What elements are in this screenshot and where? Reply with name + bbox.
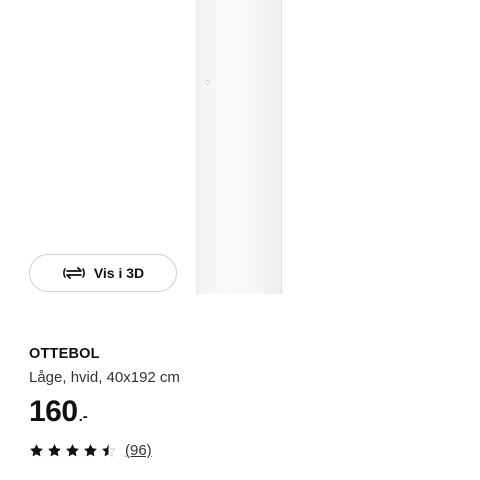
star-full-icon bbox=[29, 443, 44, 458]
door-panel-image bbox=[196, 0, 282, 294]
review-count-link[interactable]: (96) bbox=[125, 442, 152, 459]
product-name[interactable]: OTTEBOL bbox=[29, 346, 100, 362]
product-price: 160 .- bbox=[29, 393, 88, 431]
product-page: Vis i 3D OTTEBOL Låge, hvid, 40x192 cm 1… bbox=[0, 0, 480, 480]
star-full-icon bbox=[83, 443, 98, 458]
price-amount: 160 bbox=[29, 395, 78, 428]
view-in-3d-button[interactable]: Vis i 3D bbox=[29, 254, 177, 292]
product-rating[interactable]: (96) bbox=[29, 442, 152, 459]
product-description: Låge, hvid, 40x192 cm bbox=[29, 369, 180, 386]
star-full-icon bbox=[47, 443, 62, 458]
star-half-icon bbox=[101, 443, 116, 458]
star-full-icon bbox=[65, 443, 80, 458]
price-suffix: .- bbox=[78, 408, 88, 425]
door-knob-hole bbox=[205, 80, 210, 85]
view-in-3d-label: Vis i 3D bbox=[93, 265, 145, 281]
rotate-3d-icon bbox=[62, 265, 86, 281]
rating-stars bbox=[29, 443, 116, 458]
